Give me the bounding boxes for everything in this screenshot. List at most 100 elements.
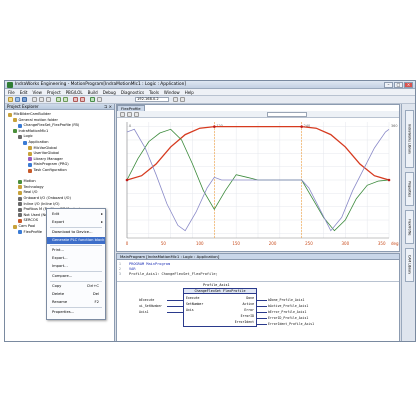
tree-item[interactable]: Technology xyxy=(18,185,44,190)
x-tick-label: 150 xyxy=(232,241,240,246)
run-icon[interactable] xyxy=(90,97,95,102)
context-menu-item-export[interactable]: Export ▸ xyxy=(47,219,105,226)
menu-project[interactable]: Project xyxy=(47,90,61,95)
tree-item[interactable]: Library Manager xyxy=(28,157,63,162)
input-variable[interactable]: Axis1 xyxy=(139,310,149,314)
tree-item[interactable]: Onboard I/O (Onboard I/O) xyxy=(18,196,71,201)
side-tab-cam-library[interactable]: CAM Library xyxy=(405,248,414,282)
context-menu-label: Import... xyxy=(52,264,68,268)
context-menu-item-import[interactable]: Import... xyxy=(47,263,105,270)
menu-window[interactable]: Window xyxy=(164,90,180,95)
tree-item-label: MainProgram (PRG) xyxy=(33,162,69,167)
input-variable[interactable]: ui_SetNumber xyxy=(139,304,162,308)
code-line[interactable]: PROGRAM MainProgram xyxy=(129,262,170,266)
tree-item[interactable]: ChangeFlexSet_FlexProfile (FB) xyxy=(18,123,79,128)
side-tab-properties[interactable]: Properties xyxy=(405,172,414,206)
context-menu-item-edit[interactable]: Edit ▸ xyxy=(47,211,105,218)
tree-node-icon xyxy=(18,196,22,201)
fit-icon[interactable] xyxy=(134,112,139,117)
context-menu-label: Export xyxy=(52,220,65,224)
shortcut-label: F2 xyxy=(94,300,99,304)
context-menu: Edit ▸ Export ▸ Download to Device... Generat… xyxy=(46,208,106,320)
tree-item[interactable]: Application xyxy=(23,140,49,145)
tree-item[interactable]: MlcVarGlobal xyxy=(28,146,57,151)
side-tab-library[interactable]: IndraWorks Library xyxy=(405,110,414,168)
tree-node-icon xyxy=(8,112,12,117)
pin-icon[interactable]: ⊐ × xyxy=(104,104,112,110)
save-icon[interactable] xyxy=(22,97,27,102)
menu-help[interactable]: Help xyxy=(185,90,194,95)
tree-item-label: Logic xyxy=(23,134,33,139)
zoom-in-icon[interactable] xyxy=(120,112,125,117)
tree-item[interactable]: Motion xyxy=(18,179,36,184)
new-icon[interactable] xyxy=(8,97,13,102)
side-tab-flexprofile[interactable]: FlexProfile xyxy=(405,210,414,244)
output-variable[interactable]: bActive_Profile_Axis1 xyxy=(268,304,308,308)
tree-node-icon xyxy=(13,224,17,229)
code-line[interactable]: VAR xyxy=(129,267,136,271)
tree-node-icon xyxy=(18,207,22,212)
close-button[interactable]: × xyxy=(404,82,413,88)
stop-icon[interactable] xyxy=(97,97,102,102)
menu-view[interactable]: View xyxy=(32,90,42,95)
tree-item-label: Cam Pool xyxy=(18,224,36,228)
tree-item[interactable]: IndraMotionMlc1 xyxy=(13,129,48,134)
context-menu-item-delete[interactable]: Delete Del xyxy=(47,291,105,298)
context-menu-item-copy[interactable]: Copy Ctrl+C xyxy=(47,283,105,290)
context-menu-item-print[interactable]: Print... xyxy=(47,247,105,254)
output-variable[interactable]: ErrorIdent_Profile_Axis1 xyxy=(268,322,314,326)
login-icon[interactable] xyxy=(73,97,78,102)
paste-icon[interactable] xyxy=(46,97,51,102)
menu-build[interactable]: Build xyxy=(88,90,98,95)
tree-item-label: General motion folder xyxy=(18,117,58,122)
tree-item[interactable]: SERCOS xyxy=(18,218,38,223)
context-menu-item-generate-plc-function-block[interactable]: Generate PLC function block xyxy=(47,237,105,244)
chart-value-field[interactable] xyxy=(267,112,307,117)
copy-icon[interactable] xyxy=(39,97,44,102)
undo-icon[interactable] xyxy=(56,97,61,102)
connect-icon[interactable] xyxy=(173,97,178,102)
maximize-button[interactable]: □ xyxy=(394,82,403,88)
tree-item[interactable]: Task Configuration xyxy=(28,168,67,173)
menu-edit[interactable]: Edit xyxy=(20,90,28,95)
cut-icon[interactable] xyxy=(32,97,37,102)
address-field[interactable]: 192.168.0.2 xyxy=(135,97,169,102)
input-variable[interactable]: bExecute xyxy=(139,298,154,302)
tree-item[interactable]: Cam Pool xyxy=(13,224,35,229)
context-menu-item-download-to-device[interactable]: Download to Device... xyxy=(47,229,105,236)
scan-icon[interactable] xyxy=(180,97,185,102)
menu-separator xyxy=(50,271,102,272)
cam-profile-chart[interactable]: 0 50 100 150 200 250 300 350 deg0 120 240 360 xyxy=(117,118,399,251)
chart-toolbar xyxy=(117,111,399,118)
redo-icon[interactable] xyxy=(63,97,68,102)
output-variable[interactable]: bDone_Profile_Axis1 xyxy=(268,298,304,302)
menu-diagnostics[interactable]: Diagnostics xyxy=(121,90,144,95)
tree-item[interactable]: Real I/O xyxy=(18,190,38,195)
zoom-out-icon[interactable] xyxy=(127,112,132,117)
menu-pbg-lol[interactable]: PBG/LOL xyxy=(66,90,83,95)
context-menu-item-compare[interactable]: Compare... xyxy=(47,273,105,280)
menu-debug[interactable]: Debug xyxy=(103,90,116,95)
fb-input-pin: Axis xyxy=(186,308,194,312)
context-menu-item-properties[interactable]: Properties... xyxy=(47,309,105,316)
tree-item[interactable]: FlexProfile xyxy=(18,230,42,235)
tree-item[interactable]: MlcBilderCamBuilder xyxy=(8,112,51,117)
tree-item[interactable]: Inline I/O (Inline I/O) xyxy=(18,202,60,207)
segment-label: 360 xyxy=(391,124,397,128)
menu-file[interactable]: File xyxy=(8,90,15,95)
tree-item[interactable]: General motion folder xyxy=(13,118,58,123)
title-bar: IndraWorks Engineering - MotionProgram[I… xyxy=(5,81,415,89)
tree-item[interactable]: MainProgram (PRG) xyxy=(28,162,69,167)
output-variable[interactable]: bError_Profile_Axis1 xyxy=(268,310,306,314)
function-block[interactable]: ChangeFlexSet FlexProfile Execute SetNumbe… xyxy=(183,288,257,327)
minimize-button[interactable]: – xyxy=(384,82,393,88)
context-menu-item-rename[interactable]: Rename F2 xyxy=(47,299,105,306)
tree-item[interactable]: Logic xyxy=(18,134,33,139)
tree-item[interactable]: UserVarGlobal xyxy=(28,151,59,156)
code-line[interactable]: Profile_Axis1: ChangeFlexSet_FlexProfile… xyxy=(129,272,218,276)
context-menu-item-export[interactable]: Export... xyxy=(47,255,105,262)
menu-tools[interactable]: Tools xyxy=(149,90,159,95)
output-variable[interactable]: ErrorID_Profile_Axis1 xyxy=(268,316,308,320)
logout-icon[interactable] xyxy=(80,97,85,102)
open-icon[interactable] xyxy=(15,97,20,102)
